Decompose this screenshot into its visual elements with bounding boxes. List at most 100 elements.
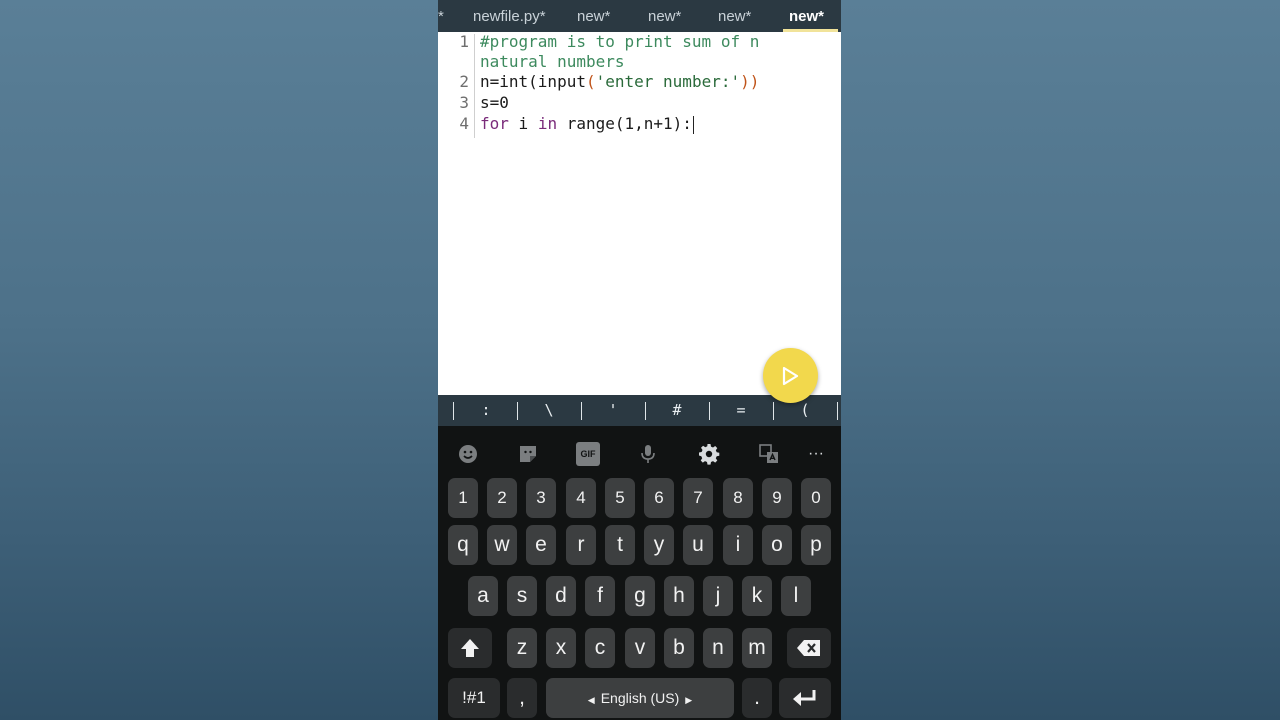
tab-new-active[interactable]: new*: [782, 0, 839, 32]
code-paren: (: [585, 72, 596, 91]
code-token: range(1,n+1):: [557, 114, 692, 133]
key-5[interactable]: 5: [605, 478, 635, 518]
run-button[interactable]: [763, 348, 818, 403]
symbol-separator: [709, 402, 710, 420]
code-keyword: for: [480, 114, 509, 133]
text-cursor: [692, 115, 694, 134]
space-bar-label: English (US): [600, 690, 680, 706]
enter-icon: [793, 690, 816, 707]
key-0[interactable]: 0: [801, 478, 831, 518]
emoji-icon[interactable]: [456, 442, 480, 466]
key-b[interactable]: b: [664, 628, 694, 668]
key-e[interactable]: e: [526, 525, 556, 565]
code-editor[interactable]: 1 #program is to print sum of n natural …: [438, 32, 841, 395]
backspace-key[interactable]: [787, 628, 831, 668]
key-k[interactable]: k: [742, 576, 772, 616]
code-line[interactable]: 2 n=int(input('enter number:')): [438, 72, 841, 92]
key-w[interactable]: w: [487, 525, 517, 565]
shift-icon: [461, 639, 479, 658]
key-t[interactable]: t: [605, 525, 635, 565]
key-v[interactable]: v: [625, 628, 655, 668]
key-o[interactable]: o: [762, 525, 792, 565]
key-j[interactable]: j: [703, 576, 733, 616]
symbol-separator: [453, 402, 454, 420]
key-s[interactable]: s: [507, 576, 537, 616]
key-8[interactable]: 8: [723, 478, 753, 518]
sticker-icon[interactable]: [516, 442, 540, 466]
symbol-key-quote[interactable]: ': [598, 395, 628, 426]
symbol-key-backslash[interactable]: \: [534, 395, 564, 426]
shift-key[interactable]: [448, 628, 492, 668]
symbol-separator: [581, 402, 582, 420]
period-key[interactable]: .: [742, 678, 772, 718]
key-y[interactable]: y: [644, 525, 674, 565]
line-number: 1: [459, 32, 469, 51]
symbol-separator: [837, 402, 838, 420]
code-token: s=0: [480, 93, 509, 112]
symbol-key-colon[interactable]: :: [471, 395, 501, 426]
phone-screen: * newfile.py* new* new* new* new* 1 #pro…: [438, 0, 841, 720]
soft-keyboard: GIF ··· 1 2 3 4 5 6 7 8 9 0 q w e r t y …: [438, 426, 841, 720]
tab-new-3[interactable]: new*: [718, 0, 751, 32]
code-string: 'enter number:': [595, 72, 741, 91]
key-4[interactable]: 4: [566, 478, 596, 518]
backspace-icon: [797, 640, 820, 657]
space-bar[interactable]: ◀ English (US) ▶: [546, 678, 734, 718]
key-g[interactable]: g: [625, 576, 655, 616]
key-z[interactable]: z: [507, 628, 537, 668]
key-6[interactable]: 6: [644, 478, 674, 518]
key-a[interactable]: a: [468, 576, 498, 616]
translate-icon[interactable]: [757, 442, 781, 466]
chevron-left-icon: ◀: [587, 695, 595, 705]
comma-key[interactable]: ,: [507, 678, 537, 718]
key-u[interactable]: u: [683, 525, 713, 565]
key-p[interactable]: p: [801, 525, 831, 565]
key-n[interactable]: n: [703, 628, 733, 668]
key-m[interactable]: m: [742, 628, 772, 668]
key-r[interactable]: r: [566, 525, 596, 565]
symbol-key-hash[interactable]: #: [662, 395, 692, 426]
code-comment: #program is to print sum of n: [480, 32, 760, 51]
symbol-separator: [645, 402, 646, 420]
symbol-separator: [517, 402, 518, 420]
tab-newfile-py[interactable]: newfile.py*: [473, 0, 546, 32]
gif-icon[interactable]: GIF: [576, 442, 600, 466]
key-x[interactable]: x: [546, 628, 576, 668]
editor-tab-bar: * newfile.py* new* new* new* new*: [438, 0, 841, 32]
key-d[interactable]: d: [546, 576, 576, 616]
key-2[interactable]: 2: [487, 478, 517, 518]
play-icon: [782, 366, 799, 386]
mic-icon[interactable]: [636, 442, 660, 466]
key-c[interactable]: c: [585, 628, 615, 668]
line-number: 4: [459, 114, 469, 133]
line-number: 2: [459, 72, 469, 91]
key-3[interactable]: 3: [526, 478, 556, 518]
key-1[interactable]: 1: [448, 478, 478, 518]
code-line[interactable]: 1 #program is to print sum of n: [438, 32, 841, 52]
tab-new-2[interactable]: new*: [648, 0, 681, 32]
code-line[interactable]: 3 s=0: [438, 93, 841, 113]
more-icon[interactable]: ···: [804, 442, 828, 466]
code-paren: )): [740, 72, 760, 91]
key-h[interactable]: h: [664, 576, 694, 616]
symbols-key[interactable]: !#1: [448, 678, 500, 718]
key-i[interactable]: i: [723, 525, 753, 565]
settings-icon[interactable]: [697, 442, 721, 466]
code-keyword: in: [537, 114, 558, 133]
code-token: i: [508, 114, 538, 133]
key-7[interactable]: 7: [683, 478, 713, 518]
key-9[interactable]: 9: [762, 478, 792, 518]
tab-partial[interactable]: *: [438, 0, 444, 32]
code-line[interactable]: 4 for i in range(1,n+1):: [438, 114, 841, 134]
chevron-right-icon: ▶: [685, 695, 693, 705]
symbol-key-equals[interactable]: =: [726, 395, 756, 426]
tab-new-1[interactable]: new*: [577, 0, 610, 32]
key-l[interactable]: l: [781, 576, 811, 616]
key-q[interactable]: q: [448, 525, 478, 565]
symbol-separator: [773, 402, 774, 420]
code-line[interactable]: natural numbers: [438, 52, 841, 72]
code-comment: natural numbers: [480, 52, 625, 71]
enter-key[interactable]: [779, 678, 831, 718]
code-token: n=int(input: [480, 72, 586, 91]
key-f[interactable]: f: [585, 576, 615, 616]
